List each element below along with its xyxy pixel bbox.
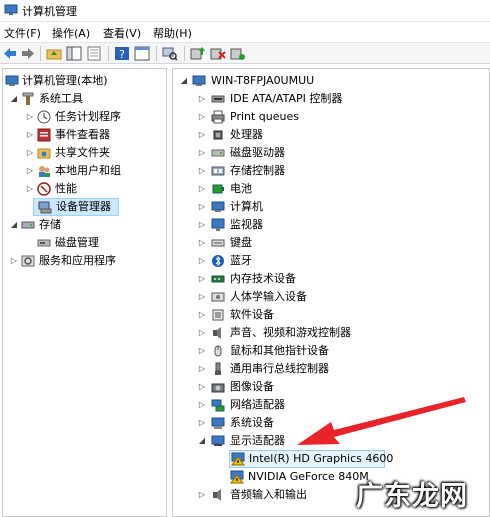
red-annotation-arrow: [297, 397, 466, 445]
watermark: 广东龙网: [356, 481, 468, 512]
